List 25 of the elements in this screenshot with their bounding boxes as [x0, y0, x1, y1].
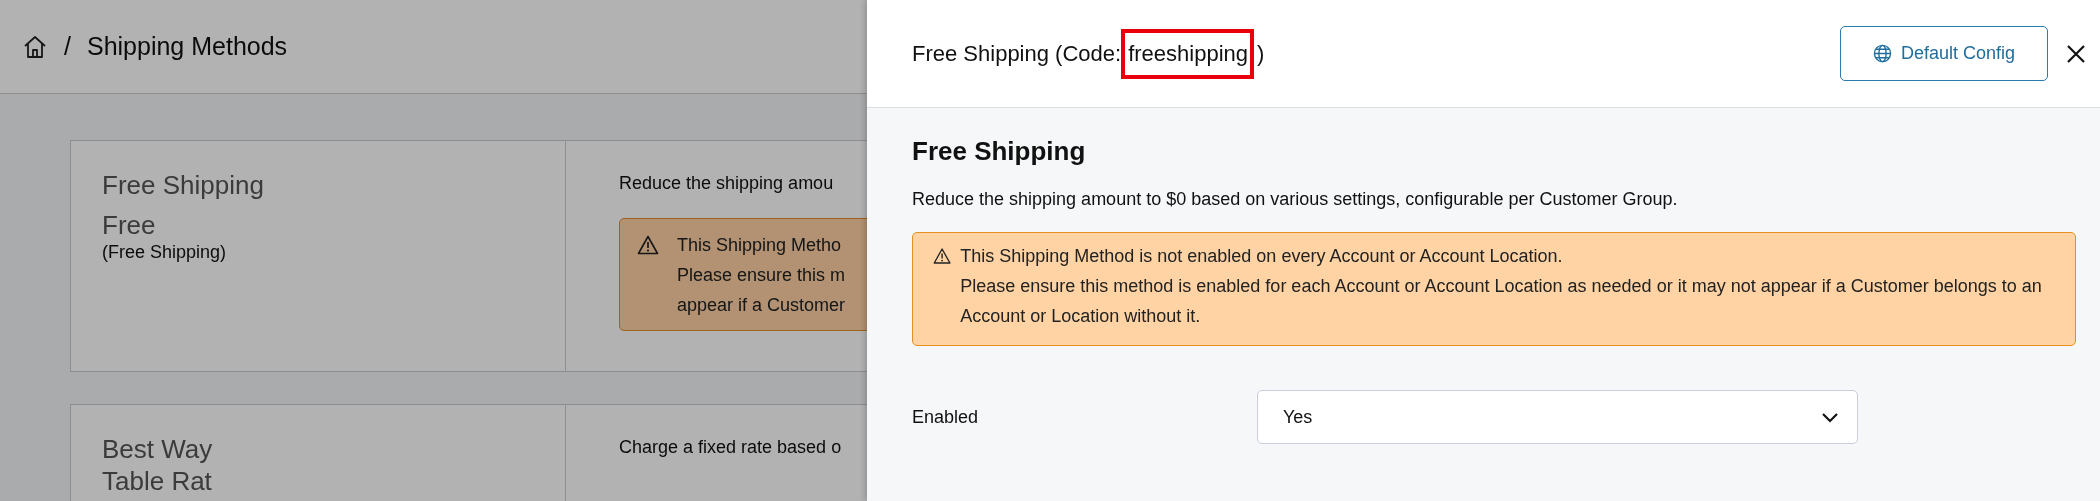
method-label: (Free Shipping) — [102, 241, 228, 263]
globe-icon — [1872, 44, 1892, 63]
home-icon[interactable] — [22, 33, 48, 60]
default-config-button[interactable]: Default Config — [1840, 26, 2048, 81]
field-label: Enabled — [912, 406, 980, 428]
warning-icon — [637, 235, 659, 255]
shipping-method-card[interactable]: Free Shipping Free (Free Shipping) Reduce the shipping amou This Shipping Metho Please ensure this m appear if a Customer — [70, 140, 867, 372]
warning-text: This Shipping Metho Please ensure this m appear if a Customer — [677, 234, 846, 317]
enabled-dropdown[interactable]: Yes — [1257, 390, 1858, 444]
panel-title: Free Shipping (Code: freeshipping ) — [912, 25, 1265, 82]
method-name: Free Shipping — [102, 169, 265, 201]
shipping-method-card[interactable]: Best Way Table Rat Charge a fixed rate based o — [70, 404, 867, 501]
warning-icon — [933, 246, 952, 266]
method-title: Free — [102, 209, 157, 241]
method-title: Table Rat — [102, 465, 213, 497]
close-icon[interactable] — [2066, 43, 2086, 64]
page-title: Shipping Methods — [86, 32, 288, 61]
section-heading: Free Shipping — [912, 135, 1087, 168]
method-description: Reduce the shipping amou — [619, 173, 835, 194]
chevron-down-icon — [1821, 411, 1839, 423]
method-description: Charge a fixed rate based o — [619, 437, 843, 458]
breadcrumb-separator: / — [64, 32, 71, 61]
warning-text: This Shipping Method is not enabled on every Account or Account Location. Please ensure this method is enabled for each Account or Account Location as needed or it may not appear if a Customer belongs to an Account or Location without it. — [960, 245, 2043, 328]
method-name: Best Way — [102, 433, 214, 465]
section-description: Reduce the shipping amount to $0 based on various settings, configurable per Customer Group. — [912, 189, 1679, 210]
